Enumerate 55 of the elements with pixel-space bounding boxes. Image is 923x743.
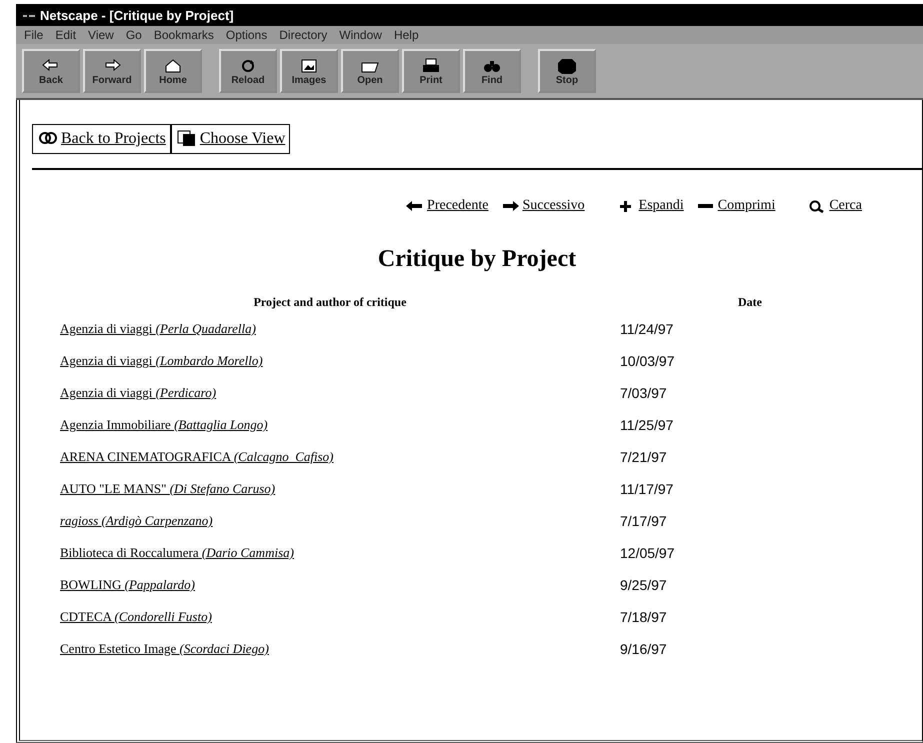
date-cell-text: 11/24/97 (619, 321, 674, 337)
menu-item[interactable]: View (88, 28, 114, 42)
project-link[interactable]: AUTO "LE MANS" (Di Stefano Caruso) (60, 481, 276, 496)
date-cell-text: 7/21/97 (619, 449, 667, 465)
toolbar-button[interactable]: Print (402, 49, 460, 93)
date-cell-text: 11/25/97 (619, 417, 674, 433)
right-arrow-icon (500, 200, 520, 212)
date-cell-text: 7/17/97 (619, 513, 667, 529)
project-link[interactable]: Biblioteca di Roccalumera (Dario Cammisa) (60, 545, 294, 560)
nav-link[interactable]: Espandi (638, 198, 684, 214)
date-cell-text: 7/18/97 (619, 609, 667, 625)
toolbar-button[interactable]: Open (341, 49, 399, 93)
project-link[interactable]: Agenzia di viaggi (Perla Quadarella) (60, 321, 256, 336)
menu-item[interactable]: Options (226, 28, 268, 42)
column-header: Project and author of critique (252, 294, 408, 310)
project-link[interactable]: BOWLING (Pappalardo) (60, 577, 195, 592)
nav-link[interactable]: Precedente (427, 198, 488, 214)
page-heading: Critique by Project (376, 246, 578, 273)
nav-link[interactable]: Cerca (829, 198, 862, 214)
page-button[interactable]: Choose View (170, 124, 290, 154)
menu-item[interactable]: Bookmarks (154, 28, 214, 42)
date-cell-text: 9/25/97 (619, 577, 667, 593)
project-link[interactable]: CDTECA (Condorelli Fusto) (60, 609, 212, 624)
toolbar-button[interactable]: Reload (219, 49, 277, 93)
column-header: Date (737, 294, 763, 310)
date-cell-text: 7/03/97 (619, 385, 667, 401)
date-cell-text: 10/03/97 (619, 353, 674, 369)
project-link[interactable]: Agenzia Immobiliare (Battaglia Longo) (60, 417, 268, 432)
project-link[interactable]: Agenzia di viaggi (Perdicaro) (60, 385, 216, 400)
menu-item[interactable]: File (24, 28, 44, 42)
toolbar-button[interactable]: Stop (538, 49, 596, 93)
menu-item[interactable]: Edit (55, 28, 76, 42)
toolbar-button[interactable]: Home (144, 49, 202, 93)
printer-icon (420, 56, 442, 74)
nav-link[interactable]: Successivo (522, 198, 585, 214)
page-button[interactable]: Back to Projects (32, 124, 171, 154)
project-link[interactable]: ragioss (Ardigò Carpenzano) (60, 513, 213, 528)
date-cell-text: 11/17/97 (619, 481, 674, 497)
project-link[interactable]: Agenzia di viaggi (Lombardo Morello) (60, 353, 263, 368)
stop-icon (556, 56, 578, 74)
stacked-pages-icon (176, 129, 198, 149)
window-title: Netscape - [Critique by Project] (40, 8, 234, 22)
toolbar-button[interactable]: Forward (83, 49, 141, 93)
toolbar-button[interactable]: Back (22, 49, 80, 93)
menu-item[interactable]: Directory (279, 28, 328, 42)
date-cell-text: 9/16/97 (619, 641, 667, 657)
project-link[interactable]: ARENA CINEMATOGRAFICA (Calcagno_Cafiso) (60, 449, 334, 464)
project-link[interactable]: Centro Estetico Image (Scordaci Diego) (60, 641, 269, 656)
date-cell-text: 12/05/97 (619, 545, 674, 561)
menu-item[interactable]: Help (394, 28, 419, 42)
toolbar-button[interactable]: Images (280, 49, 338, 93)
toolbar-button[interactable]: Find (463, 49, 521, 93)
menu-item[interactable]: Go (126, 28, 142, 42)
menu-item[interactable]: Window (339, 28, 382, 42)
nav-link[interactable]: Comprimi (718, 198, 776, 214)
